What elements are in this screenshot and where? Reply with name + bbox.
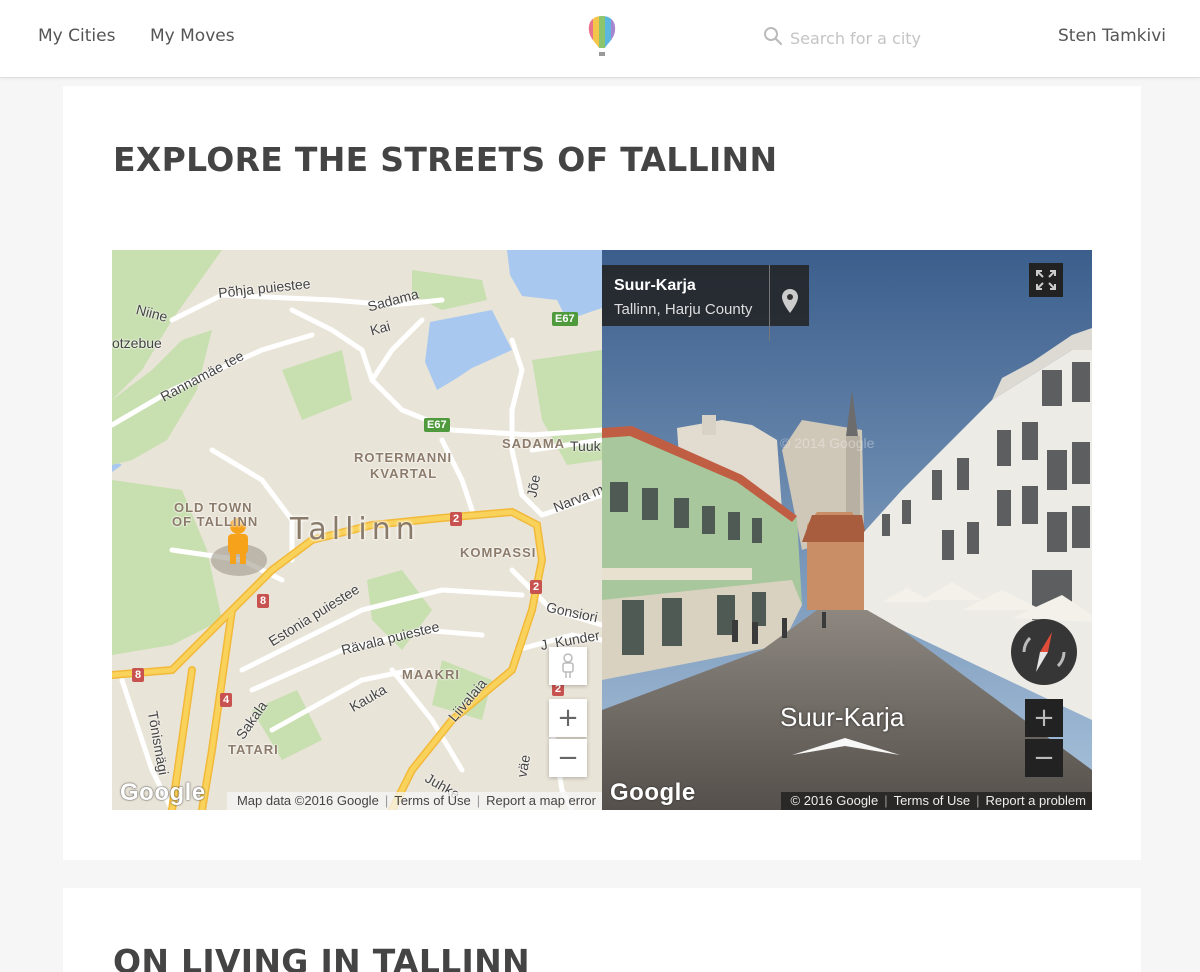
district-label: MAAKRI bbox=[402, 667, 460, 682]
sv-zoom-out-button[interactable]: − bbox=[1025, 739, 1063, 777]
district-label: ROTERMANNI bbox=[354, 450, 453, 465]
report-problem-link[interactable]: Report a problem bbox=[980, 793, 1092, 808]
map-zoom-in-button[interactable]: + bbox=[549, 699, 587, 737]
map-data-credit: Map data ©2016 Google bbox=[236, 793, 379, 808]
map-terms-link[interactable]: Terms of Use bbox=[388, 793, 477, 808]
district-label: KVARTAL bbox=[370, 466, 438, 481]
route-shield: 4 bbox=[220, 693, 233, 707]
district-label: OF TALLINN bbox=[172, 514, 259, 529]
district-label: KOMPASSI bbox=[460, 545, 537, 560]
pegman-control[interactable] bbox=[549, 647, 587, 685]
info-divider bbox=[769, 265, 770, 341]
map-attribution: Map data ©2016 Google | Terms of Use | Repor… bbox=[226, 792, 602, 810]
street-map[interactable]: Põhja puiestee Sadama Kai Niine otzebue … bbox=[112, 250, 602, 810]
google-logo: Google bbox=[120, 779, 206, 806]
location-subtitle: Tallinn, Harju County bbox=[614, 301, 753, 318]
location-title: Suur-Karja bbox=[614, 277, 696, 294]
top-nav-bar: My Cities My Moves Sten Tamkivi bbox=[0, 0, 1200, 78]
sv-terms-link[interactable]: Terms of Use bbox=[888, 793, 977, 808]
map-zoom-out-button[interactable]: − bbox=[549, 739, 587, 777]
fullscreen-button[interactable] bbox=[1029, 263, 1063, 297]
district-label: TATARI bbox=[228, 742, 279, 757]
living-title: ON LIVING IN TALLINN bbox=[113, 942, 530, 972]
street-label: Tuuk bbox=[570, 438, 601, 454]
street-view-credit: © 2016 Google bbox=[790, 793, 879, 808]
nav-my-cities[interactable]: My Cities bbox=[38, 26, 115, 46]
district-label: SADAMA bbox=[502, 436, 566, 451]
route-shield: 2 bbox=[530, 580, 543, 594]
street-name-label: Suur-Karja bbox=[780, 702, 905, 732]
search-input[interactable] bbox=[790, 24, 1000, 52]
route-shield: E67 bbox=[552, 312, 578, 326]
route-shield: 2 bbox=[450, 512, 463, 526]
map-pin-icon[interactable] bbox=[780, 287, 800, 315]
nav-my-moves[interactable]: My Moves bbox=[150, 26, 235, 46]
balloon-logo-icon[interactable] bbox=[587, 14, 617, 58]
street-view[interactable]: © 2014 Google Suur-Karja Tallinn, Harju … bbox=[602, 250, 1092, 810]
compass-icon bbox=[1011, 619, 1077, 685]
route-shield: 8 bbox=[257, 594, 270, 608]
explore-title: EXPLORE THE STREETS OF TALLINN bbox=[113, 140, 778, 179]
street-view-watermark: © 2014 Google bbox=[780, 435, 875, 451]
search-icon bbox=[764, 27, 783, 46]
fullscreen-icon bbox=[1036, 270, 1056, 290]
google-logo: Google bbox=[610, 779, 696, 806]
report-map-error-link[interactable]: Report a map error bbox=[480, 793, 602, 808]
street-label: otzebue bbox=[112, 335, 162, 351]
user-menu[interactable]: Sten Tamkivi bbox=[1058, 26, 1166, 46]
city-search bbox=[762, 24, 1002, 52]
city-label: Tallinn bbox=[290, 512, 420, 547]
pegman-control-icon bbox=[562, 653, 574, 678]
location-info-box: Suur-Karja Tallinn, Harju County bbox=[602, 265, 809, 341]
living-card: ON LIVING IN TALLINN bbox=[63, 888, 1141, 972]
sv-zoom-in-button[interactable]: + bbox=[1025, 699, 1063, 737]
street-view-attribution: © 2016 Google | Terms of Use | Report a prob… bbox=[780, 792, 1092, 810]
district-label: OLD TOWN bbox=[174, 500, 253, 515]
route-shield: 8 bbox=[132, 668, 145, 682]
route-shield: E67 bbox=[424, 418, 450, 432]
compass-control[interactable] bbox=[1010, 618, 1078, 686]
